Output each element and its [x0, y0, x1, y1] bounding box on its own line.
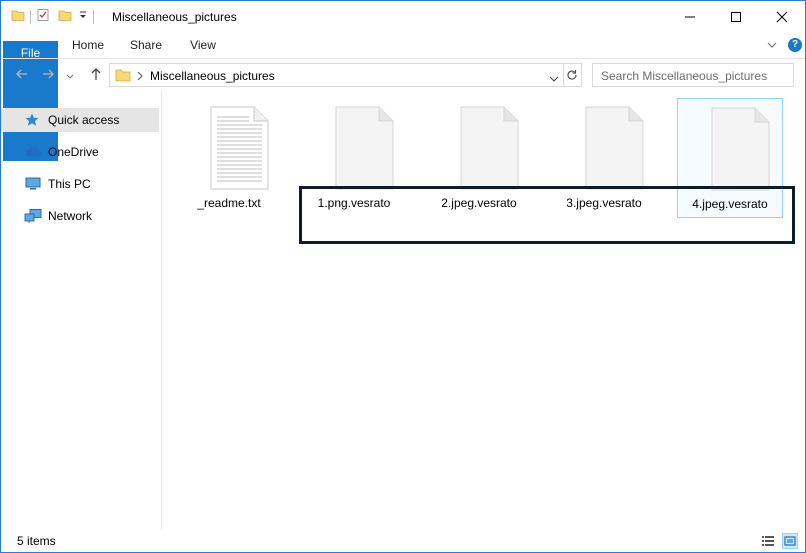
sidebar-item-network[interactable]: Network — [1, 204, 159, 228]
address-bar[interactable]: Miscellaneous_pictures — [109, 63, 564, 87]
breadcrumb[interactable]: Miscellaneous_pictures — [150, 69, 275, 83]
blank-file-icon — [332, 105, 397, 191]
recent-locations-icon[interactable] — [65, 70, 75, 84]
customize-toolbar-icon[interactable] — [78, 8, 88, 25]
maximize-button[interactable] — [713, 1, 759, 33]
folder-icon — [11, 8, 25, 25]
address-row: Miscellaneous_pictures Search Miscellane… — [1, 58, 805, 90]
up-arrow-icon[interactable] — [89, 67, 103, 84]
details-view-icon[interactable] — [760, 533, 776, 549]
close-button[interactable] — [759, 1, 805, 33]
sidebar-item-quick-access[interactable]: Quick access — [1, 108, 159, 132]
back-arrow-icon[interactable] — [15, 67, 29, 84]
computer-icon — [24, 176, 42, 192]
new-folder-icon[interactable] — [58, 8, 72, 25]
chevron-down-icon[interactable] — [549, 72, 559, 86]
cloud-icon — [24, 144, 42, 160]
blank-file-icon — [457, 105, 522, 191]
file-name: _readme.txt — [197, 196, 261, 210]
blank-file-icon — [708, 106, 773, 192]
tab-view[interactable]: View — [178, 33, 228, 58]
sidebar-item-label: OneDrive — [48, 145, 99, 159]
file-item[interactable]: _readme.txt — [179, 98, 279, 218]
toolbar-divider — [30, 9, 31, 24]
annotation-highlight-box — [299, 186, 795, 244]
explorer-window: Miscellaneous_pictures File Home Share V… — [0, 0, 806, 553]
sidebar-item-this-pc[interactable]: This PC — [1, 172, 159, 196]
quick-access-toolbar — [11, 8, 99, 25]
breadcrumb-chevron-icon[interactable] — [136, 70, 144, 84]
tab-share[interactable]: Share — [121, 33, 171, 58]
toolbar-divider — [93, 9, 94, 24]
expand-ribbon-icon[interactable] — [766, 39, 778, 53]
file-list: _readme.txt 1.png.vesrato 2.jpeg.vesrato… — [163, 90, 805, 530]
sidebar-item-label: Quick access — [48, 113, 120, 127]
item-count: 5 items — [17, 534, 56, 548]
navigation-pane: Quick access OneDrive This PC Network — [1, 90, 162, 530]
properties-icon[interactable] — [36, 8, 50, 25]
refresh-icon — [566, 69, 578, 84]
star-icon — [24, 112, 42, 128]
forward-arrow-icon[interactable] — [41, 67, 55, 84]
sidebar-item-onedrive[interactable]: OneDrive — [1, 140, 159, 164]
window-title: Miscellaneous_pictures — [112, 10, 237, 24]
large-icons-view-icon[interactable] — [782, 533, 798, 549]
search-placeholder: Search Miscellaneous_pictures — [601, 69, 768, 83]
sidebar-item-label: Network — [48, 209, 93, 223]
network-icon — [24, 208, 42, 224]
blank-file-icon — [582, 105, 647, 191]
status-bar: 5 items — [1, 530, 805, 552]
refresh-button[interactable] — [563, 63, 582, 87]
search-input[interactable]: Search Miscellaneous_pictures — [592, 63, 794, 87]
sidebar-item-label: This PC — [48, 177, 91, 191]
title-bar: Miscellaneous_pictures — [1, 1, 805, 33]
ribbon-tabs: File Home Share View — [1, 33, 805, 161]
folder-icon — [115, 68, 131, 85]
tab-home[interactable]: Home — [63, 33, 113, 58]
help-button[interactable]: ? — [788, 38, 802, 52]
text-file-icon — [207, 105, 272, 191]
minimize-button[interactable] — [667, 1, 713, 33]
